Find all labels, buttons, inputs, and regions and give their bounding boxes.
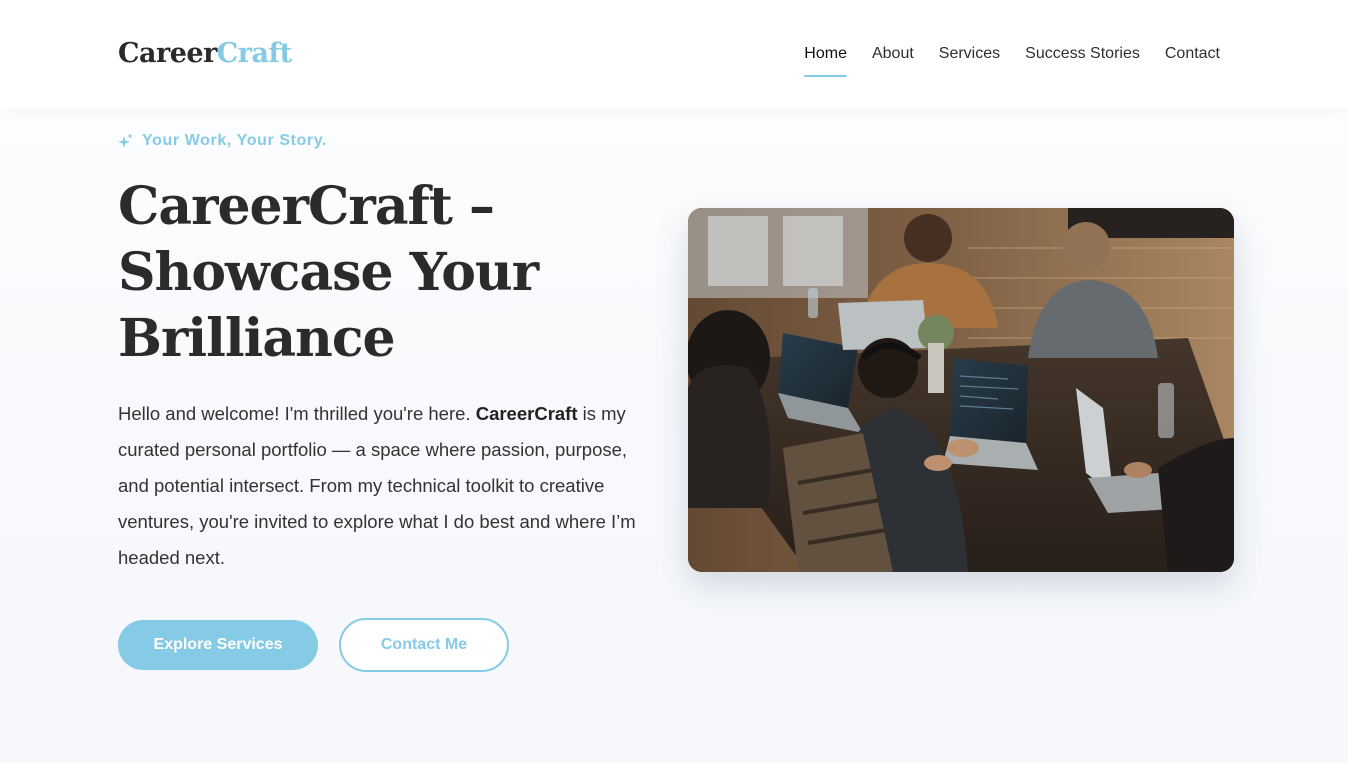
- main-nav: Home About Services Success Stories Cont…: [804, 40, 1220, 77]
- intro-brand-name: CareerCraft: [475, 403, 578, 424]
- nav-item-about[interactable]: About: [872, 40, 914, 68]
- hero-intro: Hello and welcome! I'm thrilled you're h…: [118, 396, 663, 576]
- logo-text-career: Career: [118, 38, 217, 69]
- contact-me-button[interactable]: Contact Me: [339, 618, 509, 672]
- intro-text-end: is my curated personal portfolio — a spa…: [118, 403, 636, 568]
- site-header: CareerCraft Home About Services Success …: [0, 0, 1348, 109]
- intro-text-start: Hello and welcome! I'm thrilled you're h…: [118, 403, 476, 424]
- nav-item-services[interactable]: Services: [939, 40, 1000, 68]
- hero-title: CareerCraft – Showcase Your Brilliance: [118, 176, 539, 369]
- tagline-text: Your Work, Your Story.: [142, 132, 328, 149]
- logo-text-craft: Craft: [216, 38, 292, 69]
- hero-tagline: Your Work, Your Story.: [118, 129, 327, 153]
- sparkle-icon: [118, 132, 133, 150]
- nav-item-home[interactable]: Home: [804, 40, 847, 77]
- site-logo[interactable]: CareerCraft: [118, 35, 292, 73]
- nav-item-success-stories[interactable]: Success Stories: [1025, 40, 1140, 68]
- nav-item-contact[interactable]: Contact: [1165, 40, 1220, 68]
- explore-services-button[interactable]: Explore Services: [118, 620, 318, 670]
- team-working-photo: [688, 208, 1234, 572]
